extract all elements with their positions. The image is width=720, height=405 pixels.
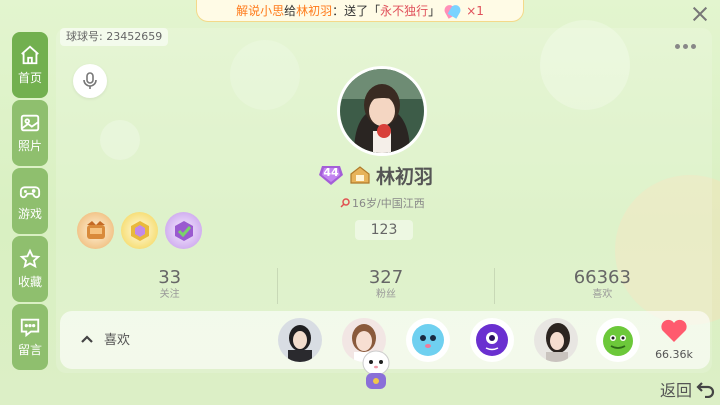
stats-row: 33 关注 327 粉丝 66363 喜欢 — [62, 268, 710, 304]
gift-sender: 解说小思 — [236, 4, 285, 18]
like-count: 66.36k — [655, 348, 693, 361]
liker-avatar[interactable] — [278, 318, 322, 362]
stat-likes[interactable]: 66363 喜欢 — [495, 268, 710, 304]
liker-avatar[interactable] — [406, 318, 450, 362]
stat-value: 66363 — [573, 267, 631, 288]
sidebar-item-label: 留言 — [17, 343, 42, 357]
stat-label: 喜欢 — [592, 289, 613, 300]
sidebar-item-games[interactable]: 游戏 — [12, 168, 48, 234]
gift-banner: 解说小思 给 林初羽 ：送了「 永不独行 」 ×1 — [196, 0, 524, 22]
stat-value: 327 — [368, 267, 404, 288]
house-badge-icon — [350, 166, 370, 184]
gift-receiver: 林初羽 — [296, 4, 333, 18]
stat-following[interactable]: 33 关注 — [62, 267, 279, 304]
chevron-up-icon — [81, 334, 93, 343]
home-icon — [21, 45, 39, 65]
user-name: 林初羽 — [376, 165, 434, 188]
gift-action: ：送了「 — [332, 4, 381, 18]
likes-label: 喜欢 — [104, 333, 131, 348]
ball-id: 球球号: 23452659 — [60, 28, 169, 46]
honor-badge-purple[interactable] — [165, 212, 202, 249]
gamepad-icon — [19, 186, 41, 199]
user-location: 16岁/中国江西 — [352, 197, 425, 210]
star-icon — [19, 248, 41, 269]
gift-verb: 给 — [284, 4, 297, 18]
sidebar-item-home[interactable]: 首页 — [12, 32, 48, 98]
sidebar-item-label: 照片 — [17, 139, 42, 153]
sidebar-item-label: 游戏 — [17, 207, 42, 221]
stat-label: 粉丝 — [375, 289, 396, 300]
gift-close-quote: 」 — [428, 4, 441, 18]
more-icon[interactable] — [675, 44, 696, 49]
sidebar: 首页 照片 游戏 收藏 留言 — [12, 32, 48, 372]
sidebar-item-label: 收藏 — [17, 275, 42, 289]
back-button[interactable]: 返回 — [660, 377, 716, 401]
magnifier-icon — [340, 198, 350, 208]
stat-label: 关注 — [159, 289, 180, 300]
stat-value: 33 — [158, 267, 182, 288]
gift-count: ×1 — [466, 3, 484, 18]
gift-name: 永不独行 — [380, 4, 429, 18]
sidebar-item-favorites[interactable]: 收藏 — [12, 236, 48, 302]
microphone-icon — [83, 72, 97, 89]
liker-avatar[interactable] — [534, 318, 578, 362]
heart-icon — [661, 319, 687, 342]
liker-avatar[interactable] — [470, 318, 514, 362]
honor-badge-gold[interactable] — [121, 212, 158, 249]
voice-button[interactable] — [73, 64, 107, 98]
location-row: 16岁/中国江西 — [340, 195, 425, 211]
sidebar-item-photos[interactable]: 照片 — [12, 100, 48, 166]
sidebar-item-label: 首页 — [17, 71, 42, 85]
photo-icon — [20, 114, 40, 132]
close-icon[interactable] — [692, 6, 708, 22]
message-icon — [20, 318, 40, 338]
badge-list — [77, 212, 202, 249]
gift-hearts-icon — [442, 2, 463, 19]
level-badge: 44 — [318, 164, 344, 186]
avatar[interactable] — [337, 66, 427, 156]
profile-number: 123 — [355, 220, 413, 240]
mascot-icon — [356, 345, 396, 395]
sidebar-item-messages[interactable]: 留言 — [12, 304, 48, 370]
honor-badge-bronze[interactable] — [77, 212, 114, 249]
stat-fans[interactable]: 327 粉丝 — [278, 267, 495, 304]
back-arrow-icon — [696, 382, 715, 398]
likes-toggle[interactable]: 喜欢 — [80, 329, 130, 348]
level-value: 44 — [323, 166, 339, 179]
liker-avatar[interactable] — [596, 318, 640, 362]
back-label: 返回 — [660, 381, 693, 400]
name-row: 44 林初羽 — [318, 160, 433, 190]
like-heart-button[interactable]: 66.36k — [652, 319, 696, 361]
